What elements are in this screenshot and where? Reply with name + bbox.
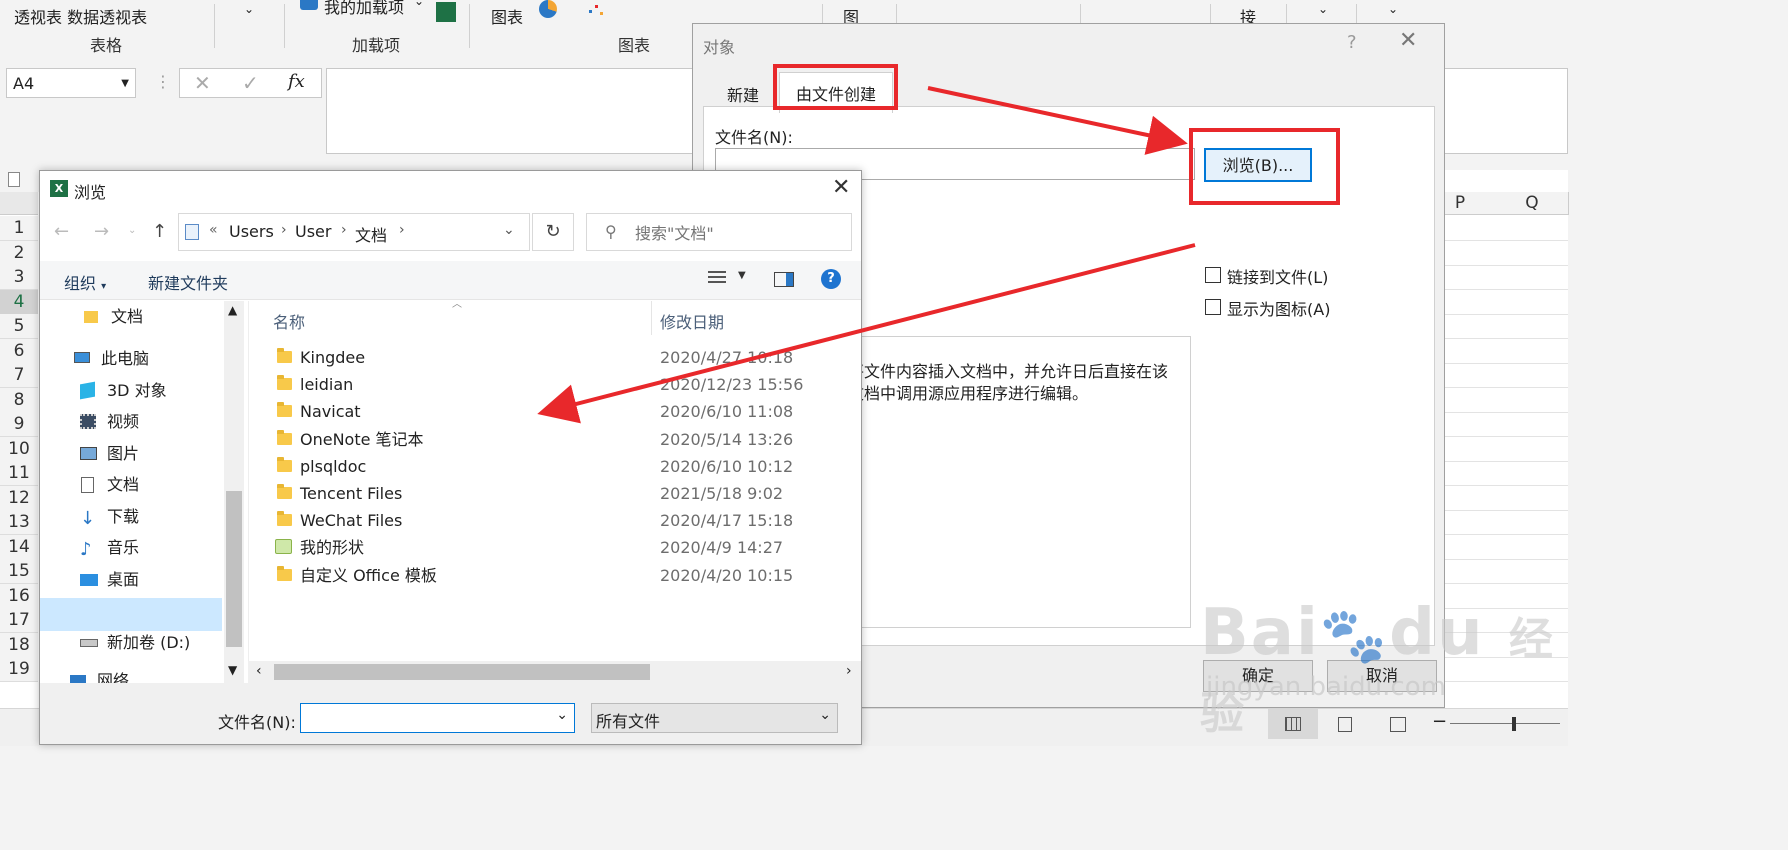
watermark-brand: Bai — [1200, 596, 1320, 670]
watermark-url: jingyan.baidu.com — [1206, 672, 1446, 702]
watermark-brand-2: du — [1389, 596, 1485, 670]
arrow-to-filelist — [537, 243, 1196, 424]
watermark-logo: Bai🐾du 经验 — [1200, 596, 1568, 744]
arrow-to-browse — [927, 86, 1188, 155]
paw-icon: 🐾 — [1319, 604, 1390, 667]
